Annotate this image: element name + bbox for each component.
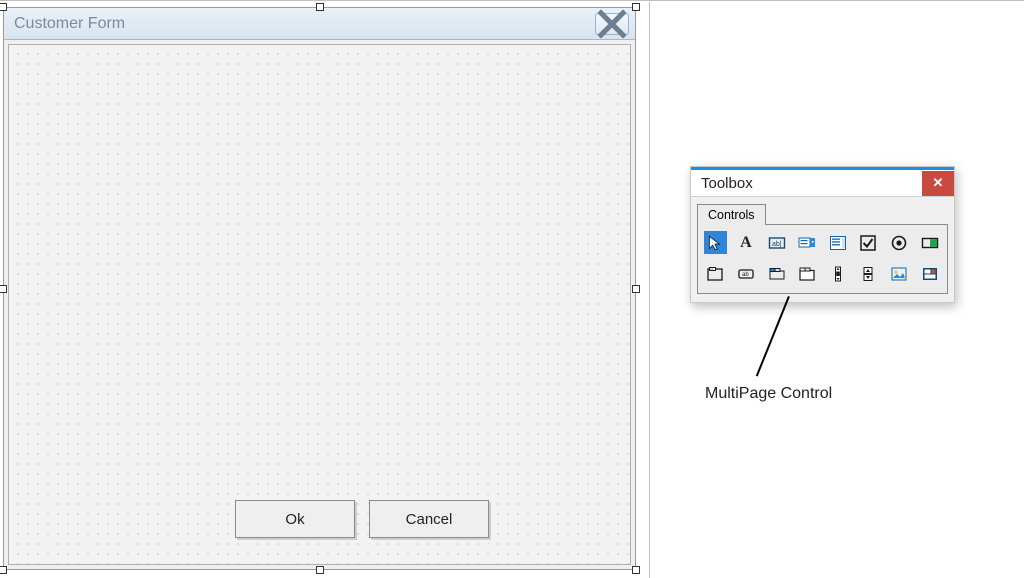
resize-handle[interactable] — [632, 285, 640, 293]
resize-handle[interactable] — [0, 3, 7, 11]
annotation-label: MultiPage Control — [705, 385, 832, 403]
label-icon[interactable]: A — [735, 231, 758, 254]
form-canvas[interactable]: Ok Cancel — [8, 44, 631, 565]
svg-text:xy: xy — [711, 267, 715, 271]
resize-handle[interactable] — [0, 566, 7, 574]
userform-designer[interactable]: Customer Form Ok Cancel — [3, 7, 636, 570]
toolbox-panel: A ab| xy — [697, 224, 948, 294]
annotation-line — [756, 296, 790, 376]
vertical-divider — [649, 2, 650, 578]
resize-handle[interactable] — [316, 3, 324, 11]
listbox-icon[interactable] — [827, 231, 850, 254]
resize-handle[interactable] — [632, 566, 640, 574]
toolbox-title: Toolbox — [691, 175, 922, 192]
form-title: Customer Form — [14, 15, 595, 33]
close-icon[interactable] — [595, 13, 629, 35]
resize-handle[interactable] — [632, 3, 640, 11]
textbox-icon[interactable]: ab| — [765, 231, 788, 254]
ok-button[interactable]: Ok — [235, 500, 355, 538]
commandbutton-icon[interactable]: ab — [735, 262, 758, 285]
svg-text:ab|: ab| — [772, 241, 782, 248]
checkbox-icon[interactable] — [857, 231, 880, 254]
select-objects-icon[interactable] — [704, 231, 727, 254]
toolbox-tabstrip: Controls — [691, 197, 954, 224]
scrollbar-icon[interactable] — [827, 262, 850, 285]
tab-controls[interactable]: Controls — [697, 204, 766, 225]
frame-icon[interactable]: xy — [704, 262, 727, 285]
combobox-icon[interactable] — [796, 231, 819, 254]
toolbox-window[interactable]: Toolbox ✕ Controls A ab| — [690, 166, 955, 303]
spinbutton-icon[interactable] — [857, 262, 880, 285]
horizontal-divider — [0, 0, 1024, 1]
form-titlebar[interactable]: Customer Form — [4, 8, 635, 40]
toolbox-titlebar[interactable]: Toolbox ✕ — [691, 167, 954, 197]
refedit-icon[interactable] — [918, 262, 941, 285]
svg-text:ab: ab — [742, 272, 749, 278]
tabstrip-icon[interactable] — [765, 262, 788, 285]
close-icon[interactable]: ✕ — [922, 171, 954, 196]
resize-handle[interactable] — [316, 566, 324, 574]
togglebutton-icon[interactable] — [918, 231, 941, 254]
multipage-icon[interactable] — [796, 262, 819, 285]
image-icon[interactable] — [888, 262, 911, 285]
customer-form-window[interactable]: Customer Form Ok Cancel — [3, 7, 636, 570]
resize-handle[interactable] — [0, 285, 7, 293]
optionbutton-icon[interactable] — [888, 231, 911, 254]
cancel-button[interactable]: Cancel — [369, 500, 489, 538]
